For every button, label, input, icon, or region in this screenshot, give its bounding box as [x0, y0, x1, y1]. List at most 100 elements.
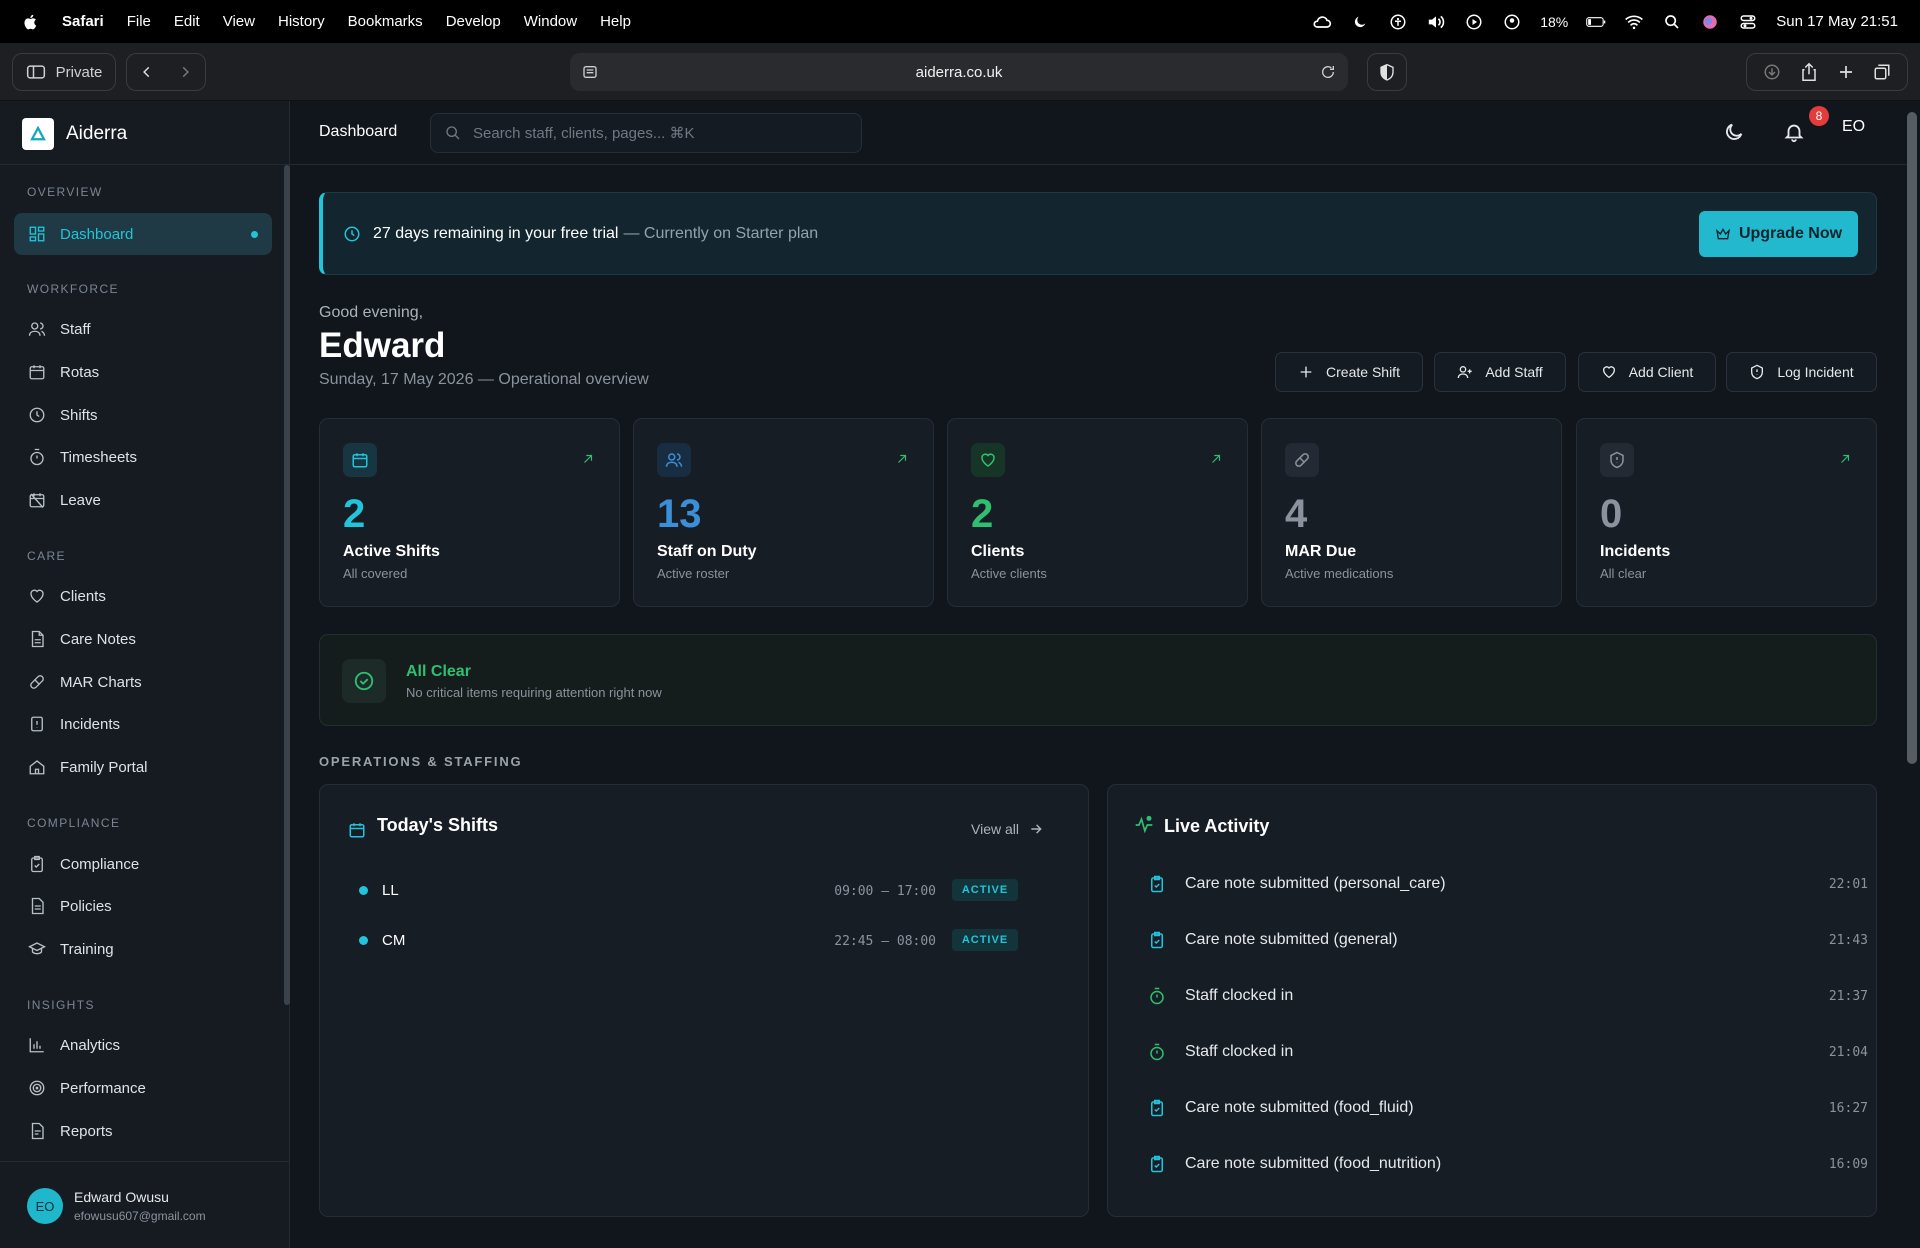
- spotlight-search-icon[interactable]: [1662, 12, 1682, 32]
- back-icon[interactable]: [140, 65, 154, 79]
- sidebar-item-leave[interactable]: Leave: [14, 479, 272, 521]
- activity-text: Care note submitted (personal_care): [1185, 875, 1446, 892]
- menu-app-safari[interactable]: Safari: [62, 13, 104, 30]
- sidebar-item-mar-charts[interactable]: MAR Charts: [14, 661, 272, 703]
- sidebar-item-compliance[interactable]: Compliance: [14, 843, 272, 885]
- calendar-icon: [29, 365, 45, 380]
- shift-time: 09:00 — 17:00: [834, 884, 936, 899]
- sidebar-item-rotas[interactable]: Rotas: [14, 351, 272, 393]
- stat-card-active-shifts[interactable]: 2 Active Shifts All covered: [319, 418, 620, 607]
- activity-row: Care note submitted (food_nutrition) 16:…: [1148, 1151, 1868, 1181]
- new-tab-icon[interactable]: [1838, 64, 1854, 80]
- sidebar-item-reports[interactable]: Reports: [14, 1110, 272, 1152]
- status-dot: [359, 936, 368, 945]
- stat-label: Clients: [971, 543, 1025, 560]
- reload-icon[interactable]: [1320, 64, 1336, 80]
- wifi-icon[interactable]: [1624, 12, 1644, 32]
- menu-view[interactable]: View: [223, 13, 255, 30]
- sidebar-item-policies[interactable]: Policies: [14, 885, 272, 927]
- sidebar-item-family-portal[interactable]: Family Portal: [14, 746, 272, 788]
- menu-window[interactable]: Window: [524, 13, 577, 30]
- battery-icon[interactable]: [1586, 12, 1606, 32]
- sidebar-item-staff[interactable]: Staff: [14, 308, 272, 350]
- theme-toggle-icon[interactable]: [1723, 121, 1745, 143]
- activity-text: Staff clocked in: [1185, 987, 1294, 1004]
- menu-help[interactable]: Help: [600, 13, 631, 30]
- activity-text: Care note submitted (general): [1185, 931, 1398, 948]
- sidebar-item-performance[interactable]: Performance: [14, 1067, 272, 1109]
- stat-value: 13: [657, 492, 702, 536]
- sidebar-item-dashboard[interactable]: Dashboard: [14, 213, 272, 255]
- shift-row[interactable]: CM 22:45 — 08:00 ACTIVE: [350, 927, 1050, 955]
- report-icon: [31, 1122, 44, 1140]
- shift-row[interactable]: LL 09:00 — 17:00 ACTIVE: [350, 877, 1050, 905]
- accessibility-icon[interactable]: [1388, 12, 1408, 32]
- menu-develop[interactable]: Develop: [446, 13, 501, 30]
- menu-history[interactable]: History: [278, 13, 325, 30]
- cloud-icon[interactable]: [1312, 12, 1332, 32]
- sidebar-item-clients[interactable]: Clients: [14, 575, 272, 617]
- bell-icon[interactable]: [1783, 121, 1805, 143]
- sidebar-toggle-button[interactable]: Private: [12, 53, 116, 91]
- timer-icon: [30, 448, 44, 466]
- search-input[interactable]: Search staff, clients, pages... ⌘K: [430, 113, 862, 153]
- add-client-button[interactable]: Add Client: [1578, 352, 1716, 392]
- add-staff-button[interactable]: Add Staff: [1434, 352, 1566, 392]
- forward-icon[interactable]: [178, 65, 192, 79]
- menu-bookmarks[interactable]: Bookmarks: [348, 13, 423, 30]
- moon-icon[interactable]: [1350, 12, 1370, 32]
- share-icon[interactable]: [1800, 62, 1818, 82]
- volume-icon[interactable]: [1426, 12, 1446, 32]
- upgrade-label: Upgrade Now: [1738, 225, 1843, 242]
- url-text[interactable]: aiderra.co.uk: [916, 64, 1003, 81]
- user-name: Edward Owusu: [74, 1189, 169, 1205]
- sidebar-item-shifts[interactable]: Shifts: [14, 394, 272, 436]
- sidebar-item-training[interactable]: Training: [14, 928, 272, 970]
- page-settings-icon[interactable]: [582, 64, 598, 80]
- os-menubar: Safari File Edit View History Bookmarks …: [0, 0, 1920, 43]
- sidebar-item-incidents[interactable]: Incidents: [14, 703, 272, 745]
- user-circle-icon[interactable]: [1502, 12, 1522, 32]
- upgrade-button[interactable]: Upgrade Now: [1699, 211, 1858, 257]
- user-profile[interactable]: EO Edward Owusu efowusu607@gmail.com: [0, 1161, 290, 1248]
- stat-card-staff-on-duty[interactable]: 13 Staff on Duty Active roster: [633, 418, 934, 607]
- menubar-clock[interactable]: Sun 17 May 21:51: [1776, 13, 1898, 30]
- log-incident-label: Log Incident: [1777, 364, 1854, 380]
- tab-overview-icon[interactable]: [1873, 63, 1891, 81]
- header-avatar[interactable]: EO: [1842, 118, 1865, 136]
- log-incident-button[interactable]: Log Incident: [1726, 352, 1877, 392]
- sidebar-item-label: Analytics: [60, 1036, 121, 1054]
- shift-name: LL: [382, 882, 399, 899]
- stat-card-mar-due[interactable]: 4 MAR Due Active medications: [1261, 418, 1562, 607]
- sidebar-item-analytics[interactable]: Analytics: [14, 1024, 272, 1066]
- calendar-off-icon: [29, 493, 45, 508]
- sidebar-item-label: Training: [60, 940, 114, 958]
- add-client-label: Add Client: [1628, 364, 1694, 380]
- brand[interactable]: Aiderra: [22, 118, 127, 150]
- siri-icon[interactable]: [1700, 12, 1720, 32]
- todays-shifts-panel: Today's Shifts View all LL 09:00 — 17:00…: [319, 784, 1089, 1217]
- check-circle-icon: [342, 659, 386, 703]
- menu-edit[interactable]: Edit: [174, 13, 200, 30]
- status-badge: ACTIVE: [952, 879, 1018, 901]
- timer-icon: [1150, 1043, 1164, 1061]
- sidebar-item-care-notes[interactable]: Care Notes: [14, 618, 272, 660]
- sidebar-item-timesheets[interactable]: Timesheets: [14, 436, 272, 478]
- control-center-icon[interactable]: [1738, 12, 1758, 32]
- view-all-link[interactable]: View all: [971, 821, 1043, 837]
- play-icon[interactable]: [1464, 12, 1484, 32]
- download-icon[interactable]: [1763, 63, 1781, 81]
- address-bar[interactable]: aiderra.co.uk: [570, 53, 1348, 91]
- plus-icon: [1300, 366, 1312, 378]
- activity-time: 16:27: [1828, 1101, 1868, 1116]
- stat-value: 2: [343, 492, 366, 536]
- page-scrollbar[interactable]: [1907, 112, 1917, 764]
- apple-icon[interactable]: [22, 13, 40, 31]
- stat-card-clients[interactable]: 2 Clients Active clients: [947, 418, 1248, 607]
- menu-file[interactable]: File: [127, 13, 151, 30]
- stat-card-incidents[interactable]: 0 Incidents All clear: [1576, 418, 1877, 607]
- privacy-shield-button[interactable]: [1367, 53, 1407, 91]
- notification-badge: 8: [1809, 106, 1829, 126]
- arrow-up-right-icon: [1212, 454, 1221, 463]
- create-shift-button[interactable]: Create Shift: [1275, 352, 1423, 392]
